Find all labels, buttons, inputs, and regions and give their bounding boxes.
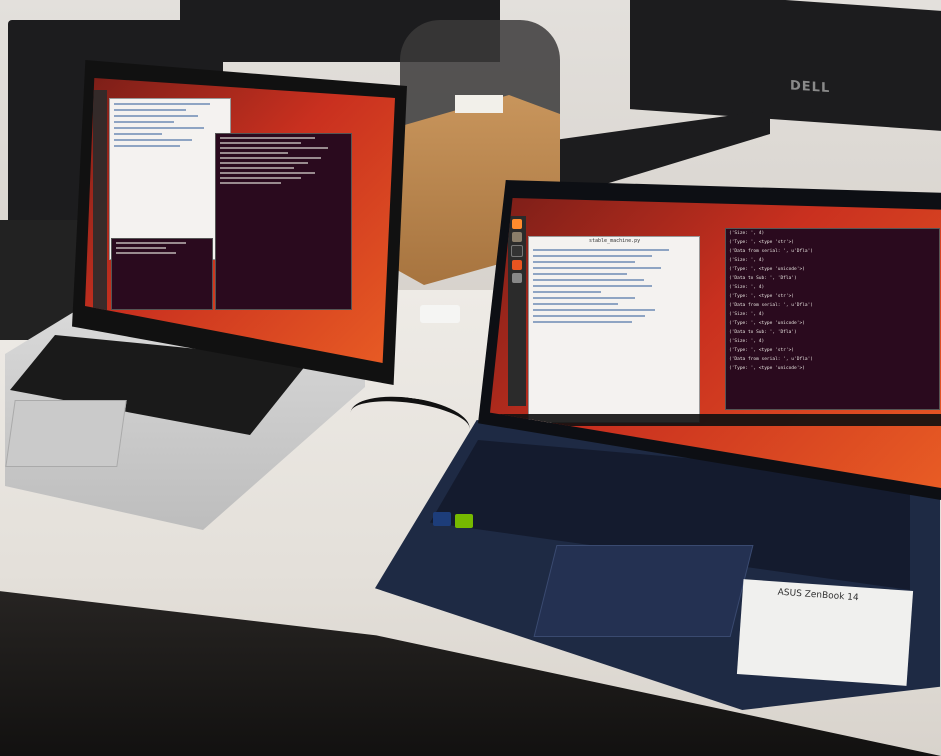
zenbook-editor-window: stable_machine.py xyxy=(528,236,700,423)
terminal-line: ('Data from serial: ', u'Dfla') xyxy=(729,357,813,362)
terminal-line: ('Size: ', 4) xyxy=(729,258,765,263)
terminal-line: ('Size: ', 4) xyxy=(729,312,765,317)
terminal-line: ('Type: ', <type 'str'>) xyxy=(729,240,795,245)
terminal-line: ('Type: ', <type 'str'>) xyxy=(729,348,795,353)
intel-sticker xyxy=(433,512,451,526)
terminal-line: ('Size: ', 4) xyxy=(729,339,765,344)
terminal-line: ('Size: ', 4) xyxy=(729,285,765,290)
terminal-line: ('Type: ', <type 'str'>) xyxy=(729,294,795,299)
macbook-trackpad xyxy=(5,400,127,467)
firefox-icon[interactable] xyxy=(512,219,522,229)
software-icon[interactable] xyxy=(512,260,522,270)
macbook-terminal-window xyxy=(215,133,352,310)
terminal-line: ('Type: ', <type 'unicode'>) xyxy=(729,366,805,371)
terminal-line: ('Data from serial: ', u'Dfla') xyxy=(729,249,813,254)
zenbook-label-sticker: ASUS ZenBook 14 xyxy=(736,579,914,686)
dell-logo: DELL xyxy=(790,78,831,97)
dell-monitor: DELL xyxy=(630,0,941,131)
terminal-line: ('Size: ', 4) xyxy=(729,231,765,236)
box-label xyxy=(455,95,503,113)
terminal-line: ('Type: ', <type 'unicode'>) xyxy=(729,321,805,326)
terminal-icon[interactable] xyxy=(511,245,523,257)
terminal-line: ('Type: ', <type 'unicode'>) xyxy=(729,267,805,272)
editor-title: stable_machine.py xyxy=(589,238,641,244)
terminal-line: ('Data to Sub: ', 'Dfla') xyxy=(729,330,797,335)
power-adapter xyxy=(420,305,460,323)
settings-icon[interactable] xyxy=(512,273,522,283)
terminal-line: ('Data to Sub: ', 'Dfla') xyxy=(729,276,797,281)
zenbook-trackpad xyxy=(533,545,754,637)
macbook-dock xyxy=(93,90,107,310)
zenbook-label-brand: ASUS ZenBook 14 xyxy=(777,587,859,604)
nvidia-sticker xyxy=(455,514,473,528)
zenbook-dock xyxy=(508,216,526,406)
macbook-editor-window xyxy=(109,98,231,260)
terminal-line: ('Data from serial: ', u'Dfla') xyxy=(729,303,813,308)
zenbook-terminal-window: ('Size: ', 4) ('Type: ', <type 'str'>) (… xyxy=(725,228,940,410)
files-icon[interactable] xyxy=(512,232,522,242)
macbook-terminal-window-2 xyxy=(111,238,213,310)
